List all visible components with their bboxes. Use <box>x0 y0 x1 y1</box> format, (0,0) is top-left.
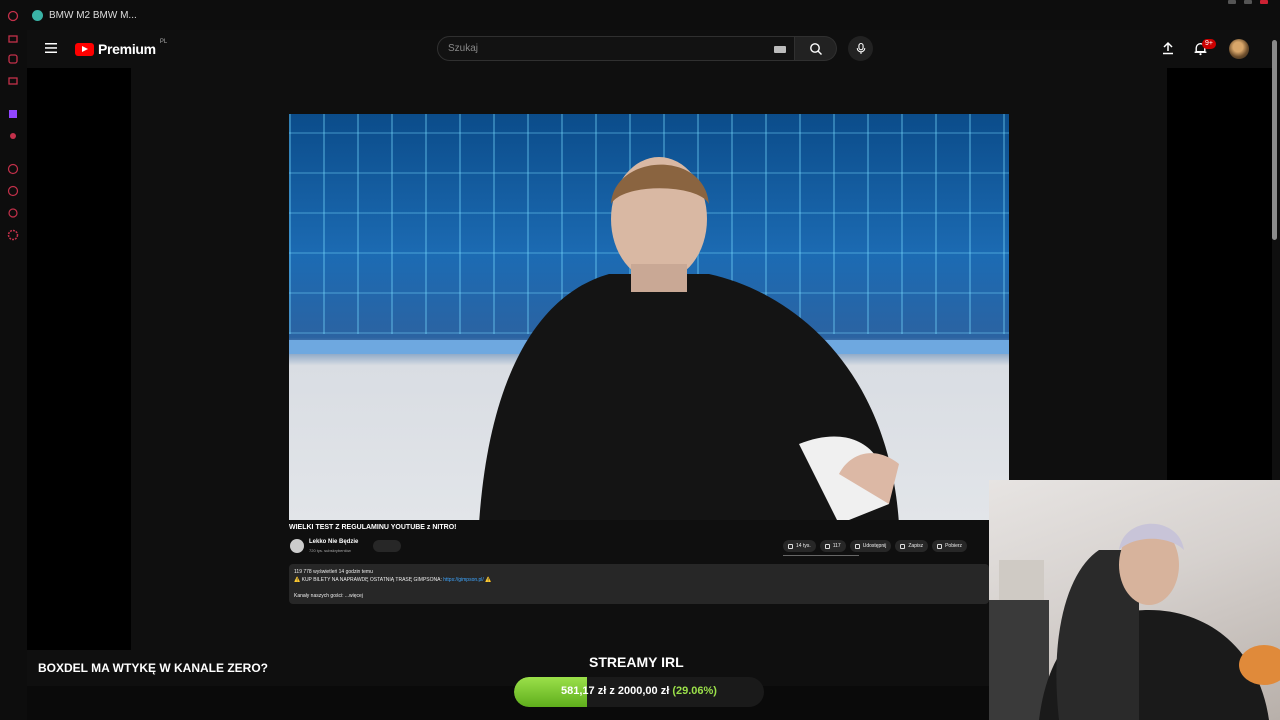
window-controls <box>1228 0 1268 4</box>
like-ratio-bar <box>783 555 859 556</box>
streamy-label: STREAMY IRL <box>589 654 684 670</box>
video-description[interactable]: 119 778 wyświetleń 14 godzin temu ⚠️ KUP… <box>289 564 989 604</box>
description-more[interactable]: Kanały naszych gości: ...więcej <box>294 593 363 599</box>
browser-tab[interactable]: BMW M2 BMW M... <box>32 10 137 21</box>
mail-icon[interactable] <box>7 75 19 87</box>
logo-country: PL <box>159 39 168 45</box>
stream-headline: BOXDEL MA WTYKĘ W KANALE ZERO? <box>38 661 268 675</box>
youtube-play-icon <box>75 42 94 56</box>
share-button[interactable]: Udostępnij <box>849 540 892 552</box>
avatar[interactable] <box>1229 39 1249 59</box>
bookmark-icon <box>900 543 906 549</box>
twitch-icon[interactable] <box>7 108 19 120</box>
channel-name[interactable]: Lekko Nie Będzie <box>309 539 358 545</box>
download-button[interactable]: Pobierz <box>932 540 968 552</box>
subscription-bell-button[interactable] <box>373 540 401 552</box>
channel-avatar[interactable] <box>290 539 304 553</box>
donation-progress-bar: 581,17 zł z 2000,00 zł (29.06%) <box>514 677 764 707</box>
donation-amount: 581,17 zł z 2000,00 zł <box>561 685 670 697</box>
window-control-icon[interactable] <box>1228 0 1236 4</box>
video-player[interactable] <box>289 114 1009 520</box>
settings-icon[interactable] <box>7 229 19 241</box>
extensions-icon[interactable] <box>7 207 19 219</box>
download-icon <box>937 543 943 549</box>
share-icon <box>854 543 860 549</box>
save-label: Zapisz <box>908 543 924 549</box>
right-dark-panel <box>1167 68 1272 480</box>
tab-title: BMW M2 BMW M... <box>49 10 137 21</box>
thumbs-down-icon <box>824 543 830 549</box>
share-label: Udostępnij <box>862 543 887 549</box>
video-actions: 14 tys. 117 Udostępnij Zapisz Pobierz <box>783 540 968 552</box>
search-placeholder: Szukaj <box>448 43 479 54</box>
like-button[interactable]: 14 tys. <box>783 540 816 552</box>
clock-icon[interactable] <box>7 185 19 197</box>
webcam-person <box>989 523 1280 720</box>
youtube-premium-logo[interactable]: Premium PL <box>75 39 168 57</box>
donation-percent: (29.06%) <box>672 685 717 697</box>
description-text-end: ⚠️ <box>483 577 492 583</box>
streamer-webcam <box>989 480 1280 720</box>
save-button[interactable]: Zapisz <box>895 540 929 552</box>
microphone-icon <box>856 42 865 54</box>
notification-badge: 9+ <box>1202 39 1216 49</box>
upload-icon[interactable] <box>1161 41 1175 55</box>
voice-search-button[interactable] <box>848 36 873 61</box>
description-link[interactable]: https://gimpson.pl/ <box>443 577 484 583</box>
download-label: Pobierz <box>945 543 963 549</box>
video-title: WIELKI TEST Z REGULAMINU YOUTUBE z NITRO… <box>289 524 457 531</box>
page-scrollbar[interactable] <box>1272 40 1277 240</box>
history-icon[interactable] <box>7 10 19 22</box>
youtube-header: Premium PL Szukaj 9+ <box>27 30 1280 68</box>
donation-text-row: 581,17 zł z 2000,00 zł (29.06%) <box>514 685 764 697</box>
bottom-strip <box>27 686 989 720</box>
browser-tab-bar: BMW M2 BMW M... <box>0 0 1280 30</box>
description-line: ⚠️ KUP BILETY NA NAPRAWDĘ OSTATNIĄ TRASĘ… <box>294 577 491 583</box>
logo-text: Premium <box>98 41 156 57</box>
bag-icon[interactable] <box>7 32 19 44</box>
tab-favicon-icon <box>32 10 43 21</box>
messenger-icon[interactable] <box>7 53 19 65</box>
thumbs-up-icon <box>788 543 793 549</box>
channel-subscribers: 720 tys. subskrybentów <box>309 548 351 553</box>
search-button[interactable] <box>795 36 837 61</box>
window-control-icon[interactable] <box>1244 0 1252 4</box>
search-input[interactable]: Szukaj <box>437 36 795 61</box>
browser-sidebar <box>0 0 27 720</box>
description-views: 119 778 wyświetleń 14 godzin temu <box>294 569 373 575</box>
dislike-count: 117 <box>832 543 841 549</box>
app-icon[interactable] <box>7 130 19 142</box>
like-count: 14 tys. <box>796 543 811 549</box>
add-icon[interactable] <box>7 163 19 175</box>
dislike-button[interactable]: 117 <box>819 540 846 552</box>
search-icon <box>809 42 822 55</box>
description-text: ⚠️ KUP BILETY NA NAPRAWDĘ OSTATNIĄ TRASĘ… <box>294 577 444 583</box>
video-frame-person <box>479 157 899 520</box>
keyboard-icon[interactable] <box>774 46 786 53</box>
menu-icon[interactable] <box>44 41 58 55</box>
window-control-icon[interactable] <box>1260 0 1268 4</box>
left-dark-panel <box>27 68 131 650</box>
